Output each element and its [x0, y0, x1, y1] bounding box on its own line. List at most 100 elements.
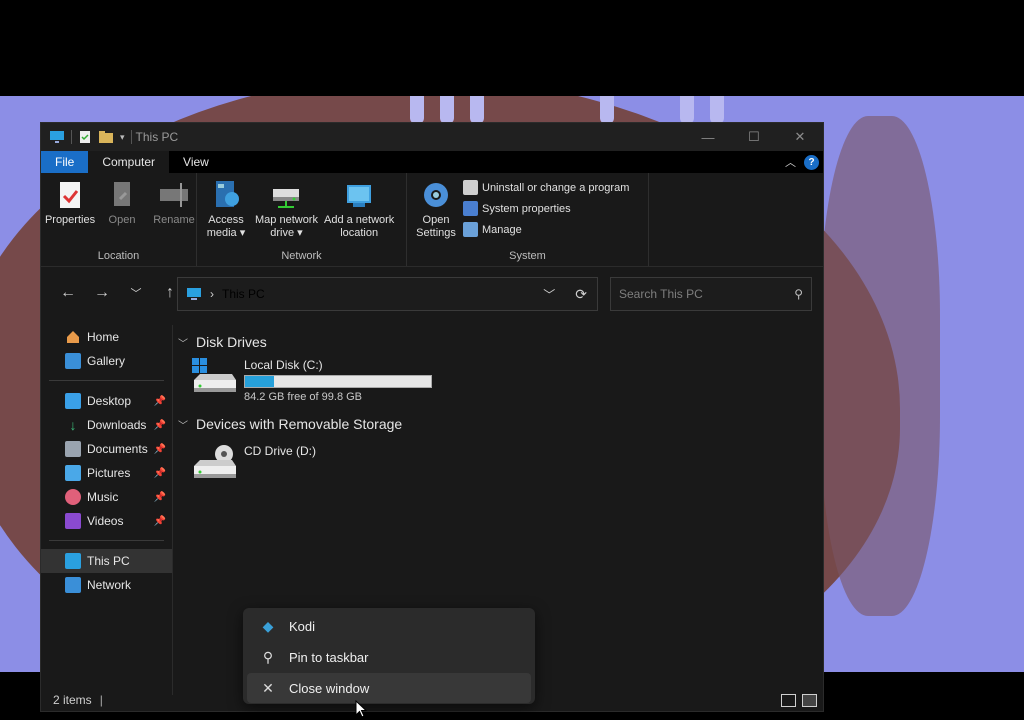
- customize-dropdown-icon[interactable]: ▾: [120, 132, 125, 143]
- drive-name: Local Disk (C:): [244, 358, 323, 372]
- access-media-button[interactable]: Access media ▾: [201, 177, 251, 248]
- pin-icon[interactable]: 📌: [154, 396, 166, 407]
- large-icons-view-icon[interactable]: [802, 693, 817, 707]
- sidebar-item-label: Documents: [87, 442, 148, 456]
- this-pc-icon: [187, 288, 201, 300]
- pin-icon[interactable]: 📌: [154, 420, 166, 431]
- group-label-network: Network: [281, 250, 322, 262]
- sidebar-item-home[interactable]: Home: [41, 325, 172, 349]
- disk-usage-bar: [244, 375, 432, 388]
- add-network-location-button[interactable]: Add a network location: [322, 177, 396, 248]
- open-button[interactable]: Open: [97, 177, 147, 248]
- properties-icon[interactable]: [78, 130, 92, 144]
- properties-button[interactable]: Properties: [45, 177, 95, 248]
- sidebar-item-label: This PC: [87, 554, 130, 568]
- section-disk-drives[interactable]: ﹀ Disk Drives: [178, 330, 818, 354]
- drive-cd-d[interactable]: CD Drive (D:): [192, 444, 818, 484]
- desktop-icon: [65, 393, 81, 409]
- menu-item-close-window[interactable]: ✕ Close window: [247, 673, 531, 703]
- open-label: Open: [108, 214, 136, 226]
- manage-button[interactable]: Manage: [463, 222, 629, 237]
- help-icon[interactable]: ?: [804, 154, 819, 170]
- cd-drive-icon: [194, 445, 236, 478]
- system-properties-button[interactable]: System properties: [463, 201, 629, 216]
- wallpaper-stripe: [410, 96, 424, 124]
- menu-item-kodi[interactable]: ◆ Kodi: [247, 611, 531, 641]
- ribbon-tabs: File Computer View ︿ ?: [41, 151, 823, 173]
- drive-name: CD Drive (D:): [244, 444, 316, 458]
- pin-icon[interactable]: 📌: [154, 516, 166, 527]
- sidebar-item-label: Videos: [87, 514, 124, 528]
- sidebar-item-documents[interactable]: Documents 📌: [41, 437, 172, 461]
- group-label-location: Location: [97, 250, 140, 262]
- drive-free-space: 84.2 GB free of 99.8 GB: [244, 391, 363, 403]
- home-icon: [67, 331, 79, 343]
- this-pc-icon: [65, 553, 81, 569]
- properties-label: Properties: [44, 214, 96, 226]
- title-bar[interactable]: ▾ This PC — ☐ ✕: [41, 123, 823, 151]
- refresh-icon[interactable]: ⟳: [575, 286, 597, 303]
- wallpaper-shape: [820, 116, 940, 616]
- close-icon: ✕: [262, 679, 274, 696]
- system-properties-icon: [463, 201, 478, 216]
- pin-icon[interactable]: 📌: [154, 468, 166, 479]
- menu-item-pin-to-taskbar[interactable]: ⚲ Pin to taskbar: [247, 642, 531, 672]
- search-box[interactable]: Search This PC ⚲: [610, 277, 812, 311]
- music-icon: [65, 489, 81, 505]
- back-arrow-icon[interactable]: ←: [51, 278, 85, 308]
- wallpaper-stripe: [710, 96, 724, 124]
- sidebar-item-this-pc[interactable]: This PC: [41, 549, 172, 573]
- disk-usage-fill: [245, 376, 275, 387]
- drive-local-disk-c[interactable]: Local Disk (C:) 84.2 GB free of 99.8 GB: [192, 358, 818, 403]
- collapse-ribbon-icon[interactable]: ︿: [785, 154, 796, 170]
- open-icon: [114, 182, 130, 206]
- documents-icon: [65, 441, 81, 457]
- search-input[interactable]: Search This PC: [619, 287, 703, 301]
- uninstall-program-button[interactable]: Uninstall or change a program: [463, 180, 629, 195]
- group-label-system: System: [509, 250, 546, 262]
- tab-view[interactable]: View: [169, 151, 223, 173]
- pin-icon: ⚲: [262, 648, 274, 665]
- recent-locations-chevron-icon[interactable]: ﹀: [119, 278, 153, 308]
- network-location-icon: [347, 185, 372, 207]
- sidebar-item-pictures[interactable]: Pictures 📌: [41, 461, 172, 485]
- collapse-chevron-icon[interactable]: ﹀: [178, 335, 190, 350]
- rename-button[interactable]: Rename: [149, 177, 199, 248]
- mouse-cursor-icon: [355, 700, 367, 718]
- minimize-button[interactable]: —: [685, 123, 731, 151]
- tab-computer[interactable]: Computer: [88, 151, 170, 173]
- map-network-drive-button[interactable]: Map network drive ▾: [253, 177, 320, 248]
- sidebar-item-gallery[interactable]: Gallery: [41, 349, 172, 373]
- ribbon-group-network: Access media ▾ Map network drive ▾ Add a…: [197, 173, 407, 266]
- kodi-icon: ◆: [262, 617, 274, 634]
- search-icon[interactable]: ⚲: [794, 287, 811, 301]
- address-dropdown-icon[interactable]: ﹀: [543, 286, 567, 303]
- details-view-icon[interactable]: [781, 693, 796, 707]
- sidebar-item-videos[interactable]: Videos 📌: [41, 509, 172, 533]
- close-button[interactable]: ✕: [777, 123, 823, 151]
- sidebar-item-network[interactable]: Network: [41, 573, 172, 597]
- tab-file[interactable]: File: [41, 151, 89, 173]
- system-properties-label: System properties: [482, 202, 571, 215]
- forward-arrow-icon[interactable]: →: [85, 278, 119, 308]
- access-media-icon: [216, 181, 239, 207]
- pin-icon[interactable]: 📌: [154, 492, 166, 503]
- status-divider: |: [99, 693, 103, 707]
- ribbon-group-system: Open Settings Uninstall or change a prog…: [407, 173, 649, 266]
- breadcrumb-this-pc[interactable]: This PC: [222, 287, 265, 301]
- pin-icon[interactable]: 📌: [154, 444, 166, 455]
- sidebar-item-desktop[interactable]: Desktop 📌: [41, 389, 172, 413]
- address-bar[interactable]: › This PC ﹀ ⟳: [177, 277, 598, 311]
- maximize-button[interactable]: ☐: [731, 123, 777, 151]
- sidebar-item-music[interactable]: Music 📌: [41, 485, 172, 509]
- collapse-chevron-icon[interactable]: ﹀: [178, 417, 190, 432]
- section-removable-storage[interactable]: ﹀ Devices with Removable Storage: [178, 412, 818, 436]
- videos-icon: [65, 513, 81, 529]
- sidebar-item-label: Music: [87, 490, 119, 504]
- sidebar-item-downloads[interactable]: ↓ Downloads 📌: [41, 413, 172, 437]
- new-folder-icon[interactable]: [98, 130, 114, 144]
- map-drive-label-2: drive ▾: [270, 227, 303, 239]
- open-settings-button[interactable]: Open Settings: [411, 177, 461, 248]
- gallery-icon: [65, 353, 81, 369]
- sidebar-item-label: Downloads: [87, 418, 147, 432]
